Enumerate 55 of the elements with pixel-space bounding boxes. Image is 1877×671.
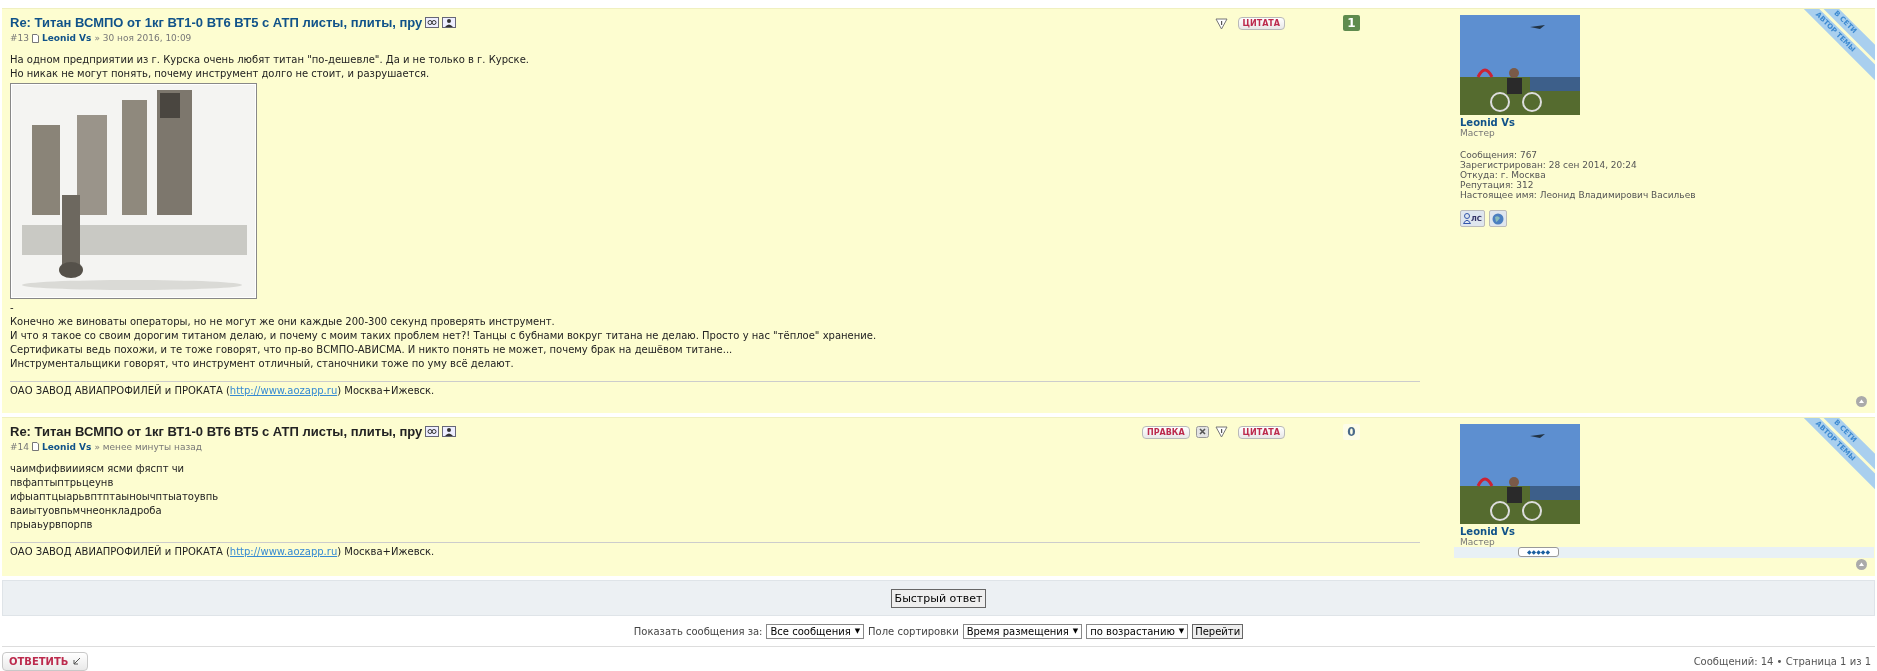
post-text: На одном предприятии из г. Курска очень любят титан "по-дешевле". Да и не только в г. Курске. xyxy=(10,53,530,67)
sort-label: Поле сортировки xyxy=(868,625,959,637)
post-title[interactable]: Re: Титан ВСМПО от 1кг ВТ1-0 ВТ6 ВТ5 с АТП листы, плиты, пру xyxy=(10,15,423,30)
website-button[interactable] xyxy=(1488,210,1507,227)
post-text: Инструментальщики говорят, что инструмент отличный, станочники тоже по уму всё делают. xyxy=(10,357,515,371)
profile-detail: Сообщения: 767 xyxy=(1460,150,1539,160)
quote-button[interactable]: ЦИТАТА xyxy=(1237,17,1285,30)
profile-rank: Мастер xyxy=(1460,536,1496,547)
reply-button[interactable]: ОТВЕТИТЬ xyxy=(2,652,89,671)
link-icon[interactable] xyxy=(425,17,440,28)
reply-arrow-icon xyxy=(72,657,82,666)
show-label: Показать сообщения за: xyxy=(633,625,763,637)
profile-detail: Настоящее имя: Леонид Владимирович Васильев xyxy=(1460,190,1697,200)
edit-button[interactable]: ПРАВКА xyxy=(1142,425,1190,439)
post-number: #13 xyxy=(10,33,29,43)
profile-name[interactable]: Leonid Vs xyxy=(1460,117,1720,128)
post-score: 1 xyxy=(1343,15,1360,31)
post-date: » менее минуты назад xyxy=(94,441,202,452)
author-link[interactable]: Leonid Vs xyxy=(42,441,92,452)
quote-button[interactable]: ЦИТАТА xyxy=(1237,425,1285,439)
user-icon[interactable] xyxy=(442,425,457,437)
post-text: чаимфифвиииясм ясми фяспт чи xyxy=(10,461,186,476)
post-text: ваиытуовпьмчнеонкладроба xyxy=(10,503,163,518)
link-icon[interactable] xyxy=(425,425,440,437)
post-text: прыаьурвпорпв xyxy=(10,517,94,532)
profile-detail: Зарегистрирован: 28 сен 2014, 20:24 xyxy=(1460,160,1638,170)
signature: ОАО ЗАВОД АВИАПРОФИЛЕЙ и ПРОКАТА (http://www.aozapp.ru) Москва+Ижевск. xyxy=(10,545,435,557)
post-score: 0 xyxy=(1343,423,1360,440)
document-icon xyxy=(32,442,39,452)
post-text: Но никак не могут понять, почему инструмент долго не стоит, и разрушается. xyxy=(10,67,431,81)
document-icon xyxy=(32,33,39,43)
post-text: - xyxy=(10,301,15,315)
post-date: » 30 ноя 2016, 10:09 xyxy=(94,33,192,43)
user-icon xyxy=(1463,213,1471,224)
post-text: Конечно же виноваты операторы, но не могут же они каждые 200-300 секунд проверять инструмент. xyxy=(10,315,556,329)
pagination: Сообщений: 14 • Страница 1 из 1 xyxy=(1693,656,1871,667)
profile-detail: Репутация: 312 xyxy=(1460,180,1535,190)
post-text: И что я такое со своим дорогим титаном делаю, и почему с моим таких проблем нет?! Танцы с бубнами вокруг титана не делаю. Просто у нас "тёплое" хранение. xyxy=(10,329,878,343)
warning-icon[interactable] xyxy=(1214,17,1228,30)
profile-rank: Мастер xyxy=(1460,128,1496,138)
profile-name[interactable]: Leonid Vs xyxy=(1460,525,1720,537)
user-icon[interactable] xyxy=(442,17,457,28)
profile-detail: Откуда: г. Москва xyxy=(1460,170,1547,180)
delete-icon[interactable] xyxy=(1195,426,1209,439)
author-link[interactable]: Leonid Vs xyxy=(42,33,92,43)
post-text: пвфаптыптрьцеунв xyxy=(10,475,115,490)
globe-icon xyxy=(1491,212,1504,225)
post-text: Сертификаты ведь похожи, и те тоже говорят, что пр-во ВСМПО-АВИСМА. И никто понять не может, почему брак на дешёвом титане... xyxy=(10,343,734,357)
post-number: #14 xyxy=(10,441,29,452)
signature: ОАО ЗАВОД АВИАПРОФИЛЕЙ и ПРОКАТА (http://www.aozapp.ru) Москва+Ижевск. xyxy=(10,385,435,396)
warning-icon[interactable] xyxy=(1214,426,1228,439)
go-button[interactable]: Перейти xyxy=(1192,623,1244,639)
post-text: ифыаптцыарьвптптаыноычптыатоувпь xyxy=(10,489,220,504)
post-title[interactable]: Re: Титан ВСМПО от 1кг ВТ1-0 ВТ6 ВТ5 с АТП листы, плиты, пру xyxy=(10,423,423,439)
quick-reply-button[interactable]: Быстрый ответ xyxy=(890,588,987,608)
